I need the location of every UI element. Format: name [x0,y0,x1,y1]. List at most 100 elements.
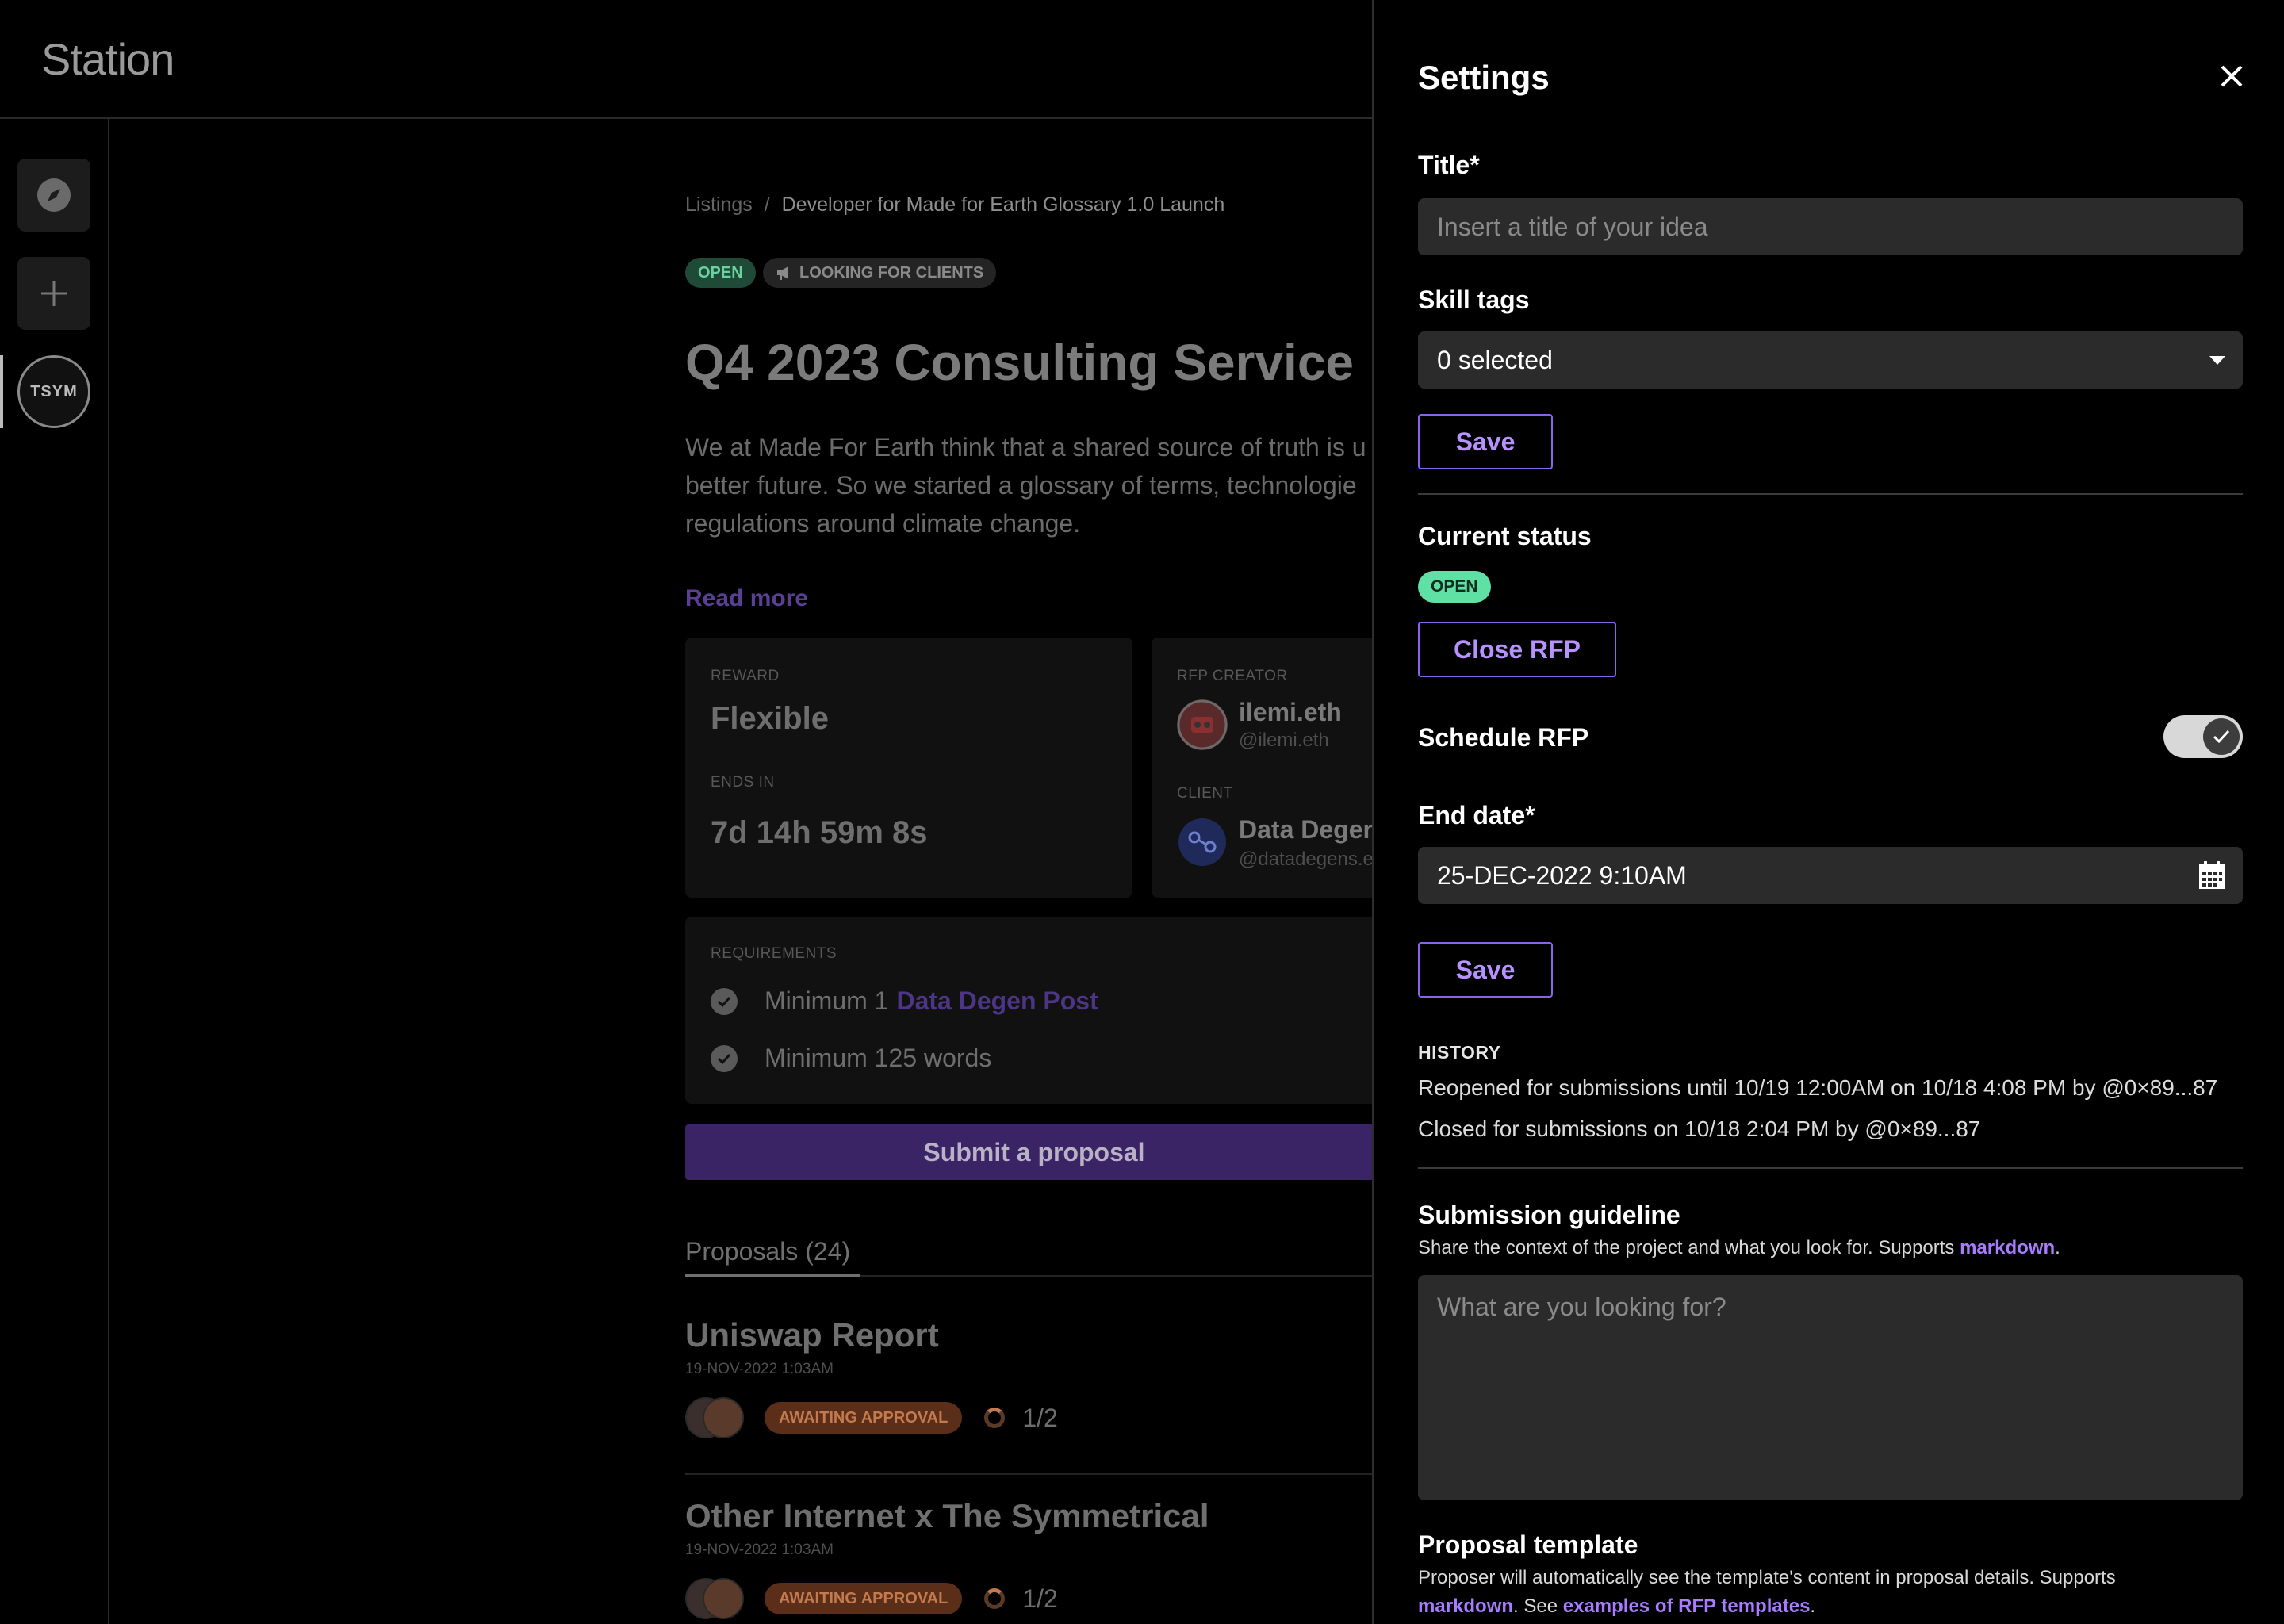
requirement-item: Minimum 125 words [711,1044,991,1073]
divider [1418,1167,2243,1169]
read-more-link[interactable]: Read more [685,585,808,612]
end-date-label: End date* [1418,801,1535,829]
creator-avatar[interactable] [1177,699,1228,750]
title-input[interactable] [1418,198,2243,255]
tab-active-underline [685,1274,860,1277]
creator-handle: @ilemi.eth [1239,730,1329,751]
client-label: CLIENT [1177,785,1233,802]
template-help-end: . [1810,1595,1816,1617]
requirements-label: REQUIREMENTS [711,945,837,962]
proposal-avatars [685,1578,744,1619]
history-entry: Reopened for submissions until 10/19 12:… [1418,1075,2218,1100]
proposal-date: 19-NOV-2022 1:03AM [685,1542,834,1558]
progress-ring-icon [984,1408,1006,1428]
approval-count: 1/2 [1022,1584,1058,1613]
skill-tags-value: 0 selected [1437,345,1553,374]
requirement-link[interactable]: Data Degen Post [896,986,1098,1016]
end-date-value: 25-DEC-2022 9:10AM [1437,860,1687,890]
template-help-mid: . See [1513,1595,1563,1617]
approval-count: 1/2 [1022,1403,1058,1432]
end-date-field[interactable]: 25-DEC-2022 9:10AM [1418,847,2243,904]
breadcrumb-current: Developer for Made for Earth Glossary 1.… [781,193,1225,216]
submit-proposal-button[interactable]: Submit a proposal [685,1124,1383,1180]
creator-card: RFP CREATOR ilemi.eth @ilemi.eth CLIENT … [1152,638,1382,898]
proposal-title[interactable]: Other Internet x The Symmetrical [685,1497,1383,1535]
proposal-template-help-line2: markdown. See examples of RFP templates. [1418,1595,1815,1618]
progress-ring-icon [984,1588,1006,1609]
description-line: better future. So we started a glossary … [685,471,1357,500]
requirement-text: Minimum 125 words [765,1044,992,1072]
skill-tags-dropdown[interactable]: 0 selected [1418,331,2243,389]
robot-avatar-icon [1177,699,1228,750]
check-circle-icon [711,1044,738,1072]
description-line: regulations around climate change. [685,509,1081,538]
proposal-item[interactable]: Uniswap Report 19-NOV-2022 1:03AM AWAITI… [685,1316,1383,1438]
description-line: We at Made For Earth think that a shared… [685,433,1366,462]
schedule-rfp-label: Schedule RFP [1418,723,1589,752]
workspace-avatar[interactable]: TSYM [17,355,90,428]
requirement-item: Minimum 1 Data Degen Post [711,986,1098,1016]
proposal-item[interactable]: Other Internet x The Symmetrical 19-NOV-… [685,1497,1383,1619]
title-label: Title* [1418,151,1480,179]
rfp-templates-link[interactable]: examples of RFP templates [1563,1595,1811,1617]
creator-label: RFP CREATOR [1177,668,1288,684]
breadcrumb-root[interactable]: Listings [685,193,753,216]
guideline-help-text: Share the context of the project and wha… [1418,1237,1960,1258]
ends-in-label: ENDS IN [711,774,775,791]
check-circle-icon [711,987,738,1015]
requirements-card: REQUIREMENTS Minimum 1 Data Degen Post M… [685,917,1382,1104]
ends-in-value: 7d 14h 59m 8s [711,815,928,850]
proposal-template-label: Proposal template [1418,1530,1638,1559]
proposal-date: 19-NOV-2022 1:03AM [685,1361,834,1377]
history-entry: Closed for submissions on 10/18 2:04 PM … [1418,1116,1981,1141]
breadcrumb: Listings / Developer for Made for Earth … [685,193,1224,216]
close-icon [2221,65,2243,87]
reward-value: Flexible [711,701,829,736]
markdown-link[interactable]: markdown [1418,1595,1513,1617]
guideline-help-suffix: . [2055,1237,2060,1258]
proposal-divider [685,1473,1383,1475]
plus-icon [41,281,67,306]
looking-for-clients-badge: LOOKING FOR CLIENTS [763,258,997,288]
awaiting-approval-badge: AWAITING APPROVAL [765,1402,963,1434]
client-name[interactable]: Data Degen [1239,815,1378,845]
client-handle: @datadegens.e [1239,848,1374,870]
requirement-text: Minimum 1 [765,986,889,1015]
status-badge: OPEN [685,258,756,288]
check-icon [2203,718,2240,755]
save-end-date-button[interactable]: Save [1418,942,1553,998]
submission-guideline-help: Share the context of the project and wha… [1418,1237,2060,1259]
divider [1418,493,2243,495]
explore-button[interactable] [17,159,90,232]
skill-tags-label: Skill tags [1418,285,1530,314]
proposal-avatars [685,1397,744,1438]
breadcrumb-separator: / [764,193,770,216]
close-button[interactable] [2214,59,2249,94]
status-badge: OPEN [1418,571,1491,603]
rail-active-indicator [0,355,3,428]
create-button[interactable] [17,257,90,330]
reward-card: REWARD Flexible ENDS IN 7d 14h 59m 8s [685,638,1132,898]
creator-name[interactable]: ilemi.eth [1239,698,1342,727]
network-avatar-icon [1178,818,1226,866]
submission-guideline-label: Submission guideline [1418,1201,1680,1229]
markdown-link[interactable]: markdown [1960,1237,2055,1258]
save-skill-tags-button[interactable]: Save [1418,414,1553,469]
page-title: Q4 2023 Consulting Service [685,334,1354,391]
proposal-title[interactable]: Uniswap Report [685,1316,1383,1354]
reward-label: REWARD [711,668,780,684]
chevron-down-icon [2209,355,2225,365]
close-rfp-button[interactable]: Close RFP [1418,622,1616,677]
tab-proposals[interactable]: Proposals (24) [685,1237,850,1266]
submission-guideline-textarea[interactable] [1418,1275,2243,1500]
megaphone-icon [777,266,788,280]
client-avatar[interactable] [1177,817,1228,868]
looking-for-clients-label: LOOKING FOR CLIENTS [799,263,984,282]
app-logo[interactable]: Station [41,33,174,85]
top-bar: Station [0,0,1372,119]
settings-drawer: Settings Title* Skill tags 0 selected Sa… [1372,0,2284,1624]
listing-description: We at Made For Earth think that a shared… [685,428,1383,542]
calendar-icon[interactable] [2198,861,2225,890]
schedule-rfp-toggle[interactable] [2163,715,2243,758]
current-status-label: Current status [1418,522,1592,550]
